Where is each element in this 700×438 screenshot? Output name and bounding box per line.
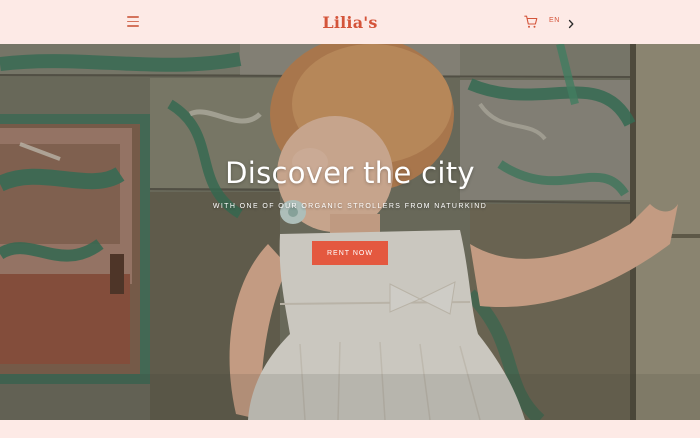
hamburger-menu-icon[interactable] (127, 16, 139, 27)
hero-overlay (0, 44, 700, 420)
page: Lilia's EN Discover the city WITH ONE OF… (0, 0, 700, 438)
hero-title: Discover the city (225, 156, 475, 190)
shopping-cart-icon[interactable] (524, 15, 538, 29)
chevron-right-icon[interactable] (567, 16, 575, 29)
site-header: Lilia's EN (0, 0, 700, 44)
hero-banner: Discover the city WITH ONE OF OUR ORGANI… (0, 44, 700, 420)
brand-logo[interactable]: Lilia's (322, 13, 377, 32)
hero-subtitle: WITH ONE OF OUR ORGANIC STROLLERS FROM N… (212, 203, 488, 210)
page-bottom-strip (0, 420, 700, 438)
rent-now-button[interactable]: RENT NOW (312, 241, 388, 265)
language-selector[interactable]: EN (549, 17, 560, 24)
